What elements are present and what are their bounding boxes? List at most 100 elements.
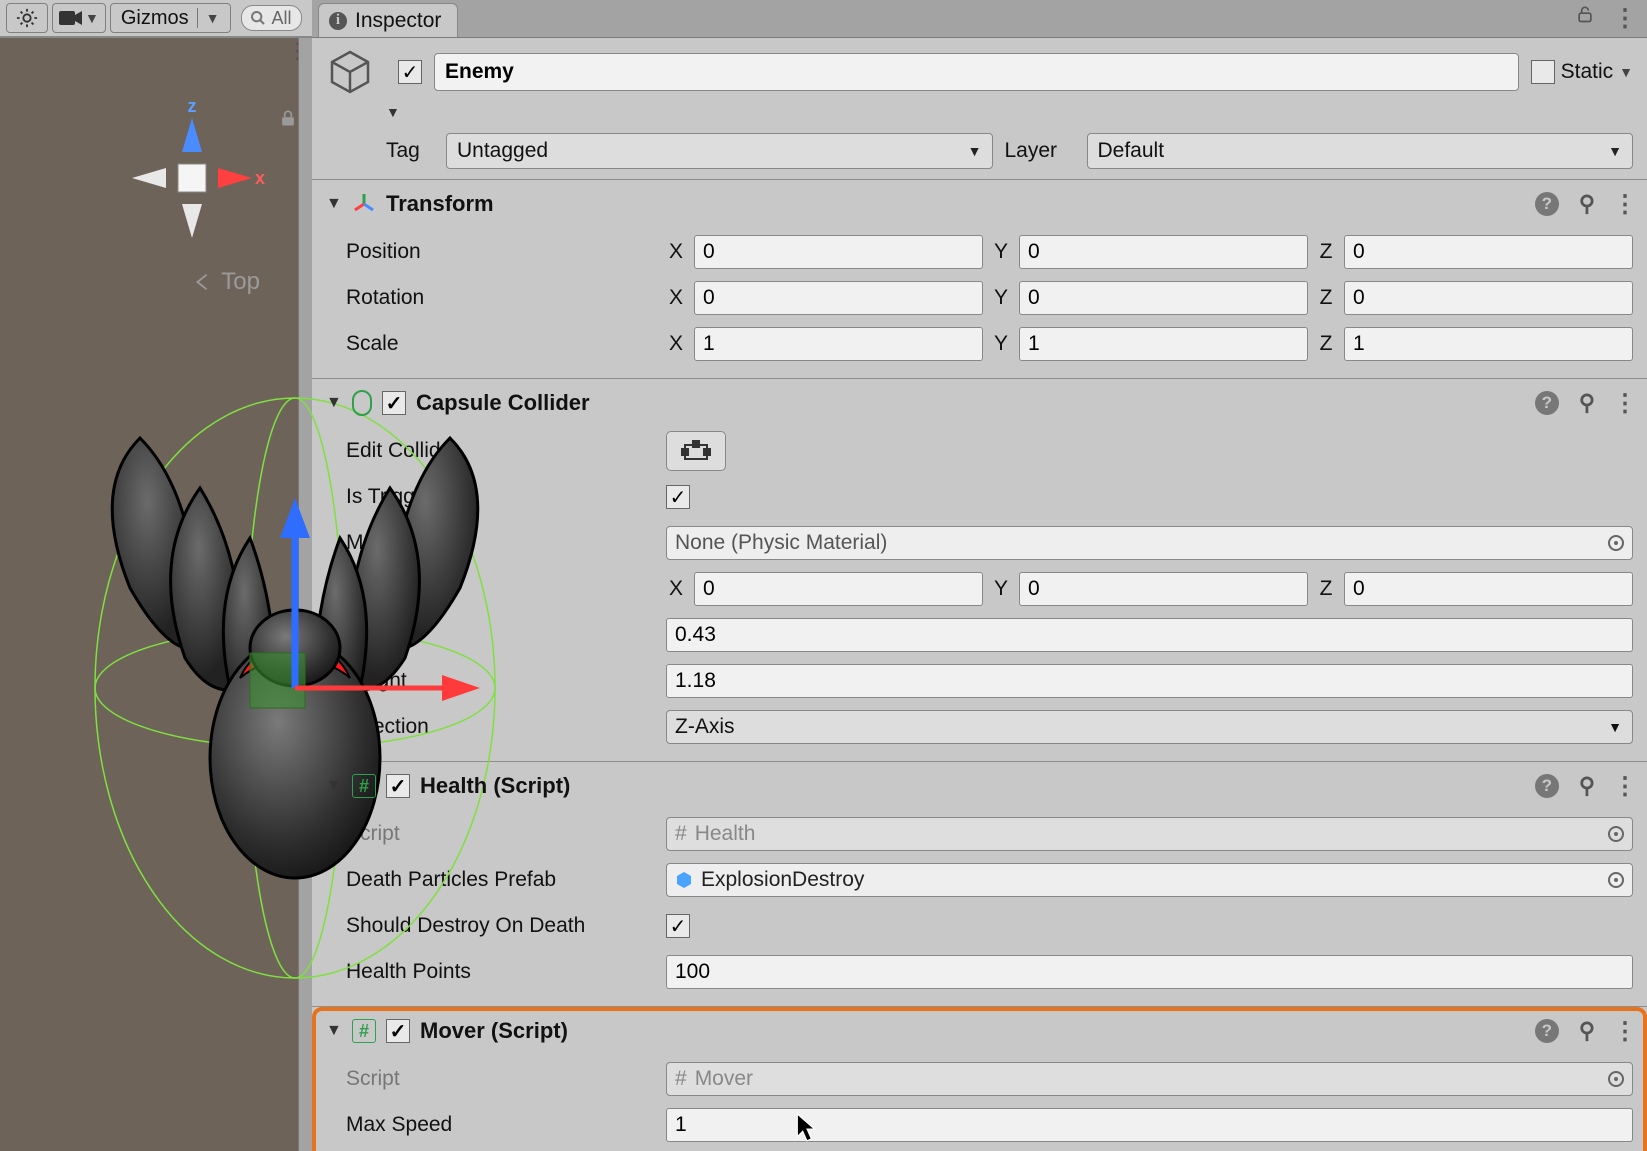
component-enabled-checkbox[interactable] — [382, 391, 406, 415]
help-icon[interactable]: ? — [1535, 192, 1559, 216]
scene-search-input[interactable]: All — [241, 5, 302, 31]
component-title: Capsule Collider — [416, 390, 590, 416]
is-trigger-checkbox[interactable] — [666, 485, 690, 509]
position-y-input[interactable] — [1019, 235, 1308, 269]
center-x-input[interactable] — [694, 572, 983, 606]
object-picker-icon[interactable] — [1608, 826, 1624, 842]
component-menu-icon[interactable]: ⋮ — [1613, 190, 1637, 219]
scene-toolbar: ▼ Gizmos ▼ All — [0, 0, 312, 38]
foldout-icon[interactable]: ▼ — [326, 777, 342, 795]
death-particles-object-field[interactable]: ExplosionDestroy — [666, 863, 1633, 897]
preset-icon[interactable]: ⚲ — [1579, 774, 1593, 799]
tag-dropdown[interactable]: Untagged ▼ — [446, 133, 993, 169]
view-orientation-label[interactable]: Top — [191, 268, 260, 296]
component-menu-icon[interactable]: ⋮ — [1613, 772, 1637, 801]
center-y-input[interactable] — [1019, 572, 1308, 606]
component-mover: ▼ # Mover (Script) ? ⚲ ⋮ Script # — [312, 1007, 1647, 1151]
help-icon[interactable]: ? — [1535, 391, 1559, 415]
cursor-icon — [796, 1113, 818, 1143]
should-destroy-checkbox[interactable] — [666, 914, 690, 938]
layer-dropdown[interactable]: Default ▼ — [1087, 133, 1634, 169]
edit-collider-icon — [681, 439, 711, 463]
rotation-x-input[interactable] — [694, 281, 983, 315]
sun-tool-button[interactable] — [6, 3, 48, 33]
object-picker-icon[interactable] — [1608, 1071, 1624, 1087]
component-header[interactable]: ▼ # Mover (Script) ? ⚲ ⋮ — [312, 1007, 1647, 1055]
rotation-y-input[interactable] — [1019, 281, 1308, 315]
position-x-input[interactable] — [694, 235, 983, 269]
component-enabled-checkbox[interactable] — [386, 774, 410, 798]
scale-z-input[interactable] — [1344, 327, 1633, 361]
chevron-down-icon: ▼ — [968, 143, 982, 159]
panel-menu-icon[interactable]: ⋮ — [286, 38, 308, 64]
component-transform: ▼ Transform ? ⚲ ⋮ Position — [312, 180, 1647, 379]
health-points-input[interactable] — [666, 955, 1633, 989]
component-enabled-checkbox[interactable] — [386, 1019, 410, 1043]
preset-icon[interactable]: ⚲ — [1579, 1019, 1593, 1044]
lock-icon[interactable] — [278, 108, 298, 128]
static-checkbox[interactable] — [1531, 60, 1555, 84]
chevron-down-icon[interactable]: ▼ — [1619, 64, 1633, 80]
rotation-z-input[interactable] — [1344, 281, 1633, 315]
gizmos-dropdown[interactable]: Gizmos ▼ — [110, 3, 231, 33]
preset-icon[interactable]: ⚲ — [1579, 192, 1593, 217]
chevron-down-icon: ▼ — [1608, 719, 1622, 735]
gameobject-name-input[interactable] — [434, 53, 1519, 91]
scale-x-input[interactable] — [694, 327, 983, 361]
radius-input[interactable] — [666, 618, 1633, 652]
foldout-icon[interactable]: ▼ — [326, 394, 342, 412]
foldout-icon[interactable]: ▼ — [326, 1022, 342, 1040]
component-title: Mover (Script) — [420, 1018, 568, 1044]
inspector-tab-bar: i Inspector ⋮ — [312, 0, 1647, 38]
component-title: Transform — [386, 191, 494, 217]
edit-collider-button[interactable] — [666, 431, 726, 471]
less-than-icon — [191, 271, 213, 293]
center-z-input[interactable] — [1344, 572, 1633, 606]
camera-tool-button[interactable]: ▼ — [52, 3, 106, 33]
tab-inspector[interactable]: i Inspector — [318, 3, 458, 37]
rotation-label: Rotation — [346, 286, 656, 310]
script-label: Script — [346, 1067, 656, 1091]
scale-y-input[interactable] — [1019, 327, 1308, 361]
chevron-down-icon[interactable]: ▼ — [386, 104, 400, 120]
selected-gameobject[interactable] — [80, 358, 550, 998]
material-object-field[interactable]: None (Physic Material) — [666, 526, 1633, 560]
scene-view-panel: ▼ Gizmos ▼ All ⋮ z x — [0, 0, 312, 1151]
preset-icon[interactable]: ⚲ — [1579, 391, 1593, 416]
foldout-icon[interactable]: ▼ — [326, 195, 342, 213]
scene-viewport[interactable]: ⋮ z x Top — [0, 38, 312, 1151]
max-speed-label: Max Speed — [346, 1113, 656, 1137]
script-object-field[interactable]: # Mover — [666, 1062, 1633, 1096]
gizmos-label: Gizmos — [121, 7, 189, 30]
view-gizmo[interactable]: z x — [112, 98, 272, 258]
component-header[interactable]: ▼ Capsule Collider ? ⚲ ⋮ — [312, 379, 1647, 427]
info-icon: i — [329, 12, 347, 30]
script-icon: # — [352, 774, 376, 798]
height-input[interactable] — [666, 664, 1633, 698]
help-icon[interactable]: ? — [1535, 1019, 1559, 1043]
component-menu-icon[interactable]: ⋮ — [1613, 389, 1637, 418]
transform-icon — [352, 192, 376, 216]
capsule-icon — [352, 390, 372, 416]
lock-icon[interactable] — [1575, 4, 1595, 33]
static-label: Static — [1561, 60, 1614, 84]
chevron-down-icon: ▼ — [206, 10, 220, 26]
search-icon — [250, 10, 266, 26]
object-picker-icon[interactable] — [1608, 872, 1624, 888]
component-header[interactable]: ▼ Transform ? ⚲ ⋮ — [312, 180, 1647, 228]
script-icon: # — [352, 1019, 376, 1043]
position-z-input[interactable] — [1344, 235, 1633, 269]
scale-label: Scale — [346, 332, 656, 356]
help-icon[interactable]: ? — [1535, 774, 1559, 798]
component-header[interactable]: ▼ # Health (Script) ? ⚲ ⋮ — [312, 762, 1647, 810]
gameobject-active-checkbox[interactable] — [398, 60, 422, 84]
component-menu-icon[interactable]: ⋮ — [1613, 1017, 1637, 1046]
tag-label: Tag — [386, 139, 434, 163]
panel-menu-icon[interactable]: ⋮ — [1613, 4, 1637, 33]
script-object-field[interactable]: # Health — [666, 817, 1633, 851]
gameobject-header: Static ▼ ▼ Tag Untagged ▼ Layer Default … — [312, 38, 1647, 180]
gameobject-icon[interactable] — [326, 48, 374, 96]
prefab-icon — [675, 871, 693, 889]
object-picker-icon[interactable] — [1608, 535, 1624, 551]
direction-dropdown[interactable]: Z-Axis ▼ — [666, 710, 1633, 744]
